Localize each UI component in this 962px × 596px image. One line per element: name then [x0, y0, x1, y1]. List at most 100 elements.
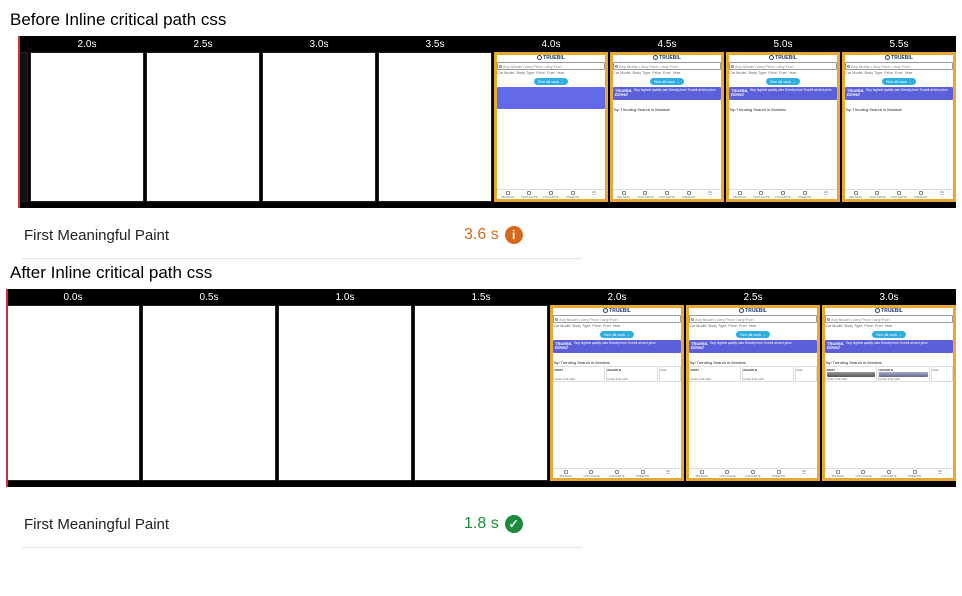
timeline-marker — [6, 289, 8, 487]
mini-tabs: Car ModelBody TypePriceFuelYear — [497, 71, 605, 75]
filmstrip-item: 4.0s TRUEBIL Any Model • Any Price • Any… — [494, 36, 608, 202]
mini-trend: Top Trending Search in Mumbai — [613, 107, 721, 112]
mini-tab: Car Model — [497, 71, 515, 75]
frame-rendered: TRUEBIL Any Model • Any Price • Any Fuel… — [494, 52, 608, 202]
search-icon — [691, 318, 694, 321]
metric-row-before: First Meaningful Paint 3.6 s i — [24, 226, 956, 244]
section-title-after: After Inline critical path css — [10, 263, 956, 283]
divider — [22, 258, 582, 259]
mini-banner — [497, 87, 605, 109]
timestamp: 0.5s — [200, 289, 219, 305]
metric-value: 1.8 s — [464, 515, 499, 533]
timestamp: 5.5s — [890, 36, 909, 52]
timestamp: 0.0s — [64, 289, 83, 305]
mini-nav-item: FAVOURITE — [540, 191, 562, 199]
mini-nav-item: BROWSE — [497, 191, 519, 199]
mini-tab: Body Type — [517, 71, 535, 75]
mini-nav-item — [583, 191, 605, 199]
mini-page: TRUEBIL Any Model • Any Price • Any Fuel… — [843, 53, 955, 201]
mini-page: TRUEBIL Any Model • Any Price • Any Fuel… — [551, 306, 683, 480]
mini-cards: SWIFTUnder 3.50 Lakh WAGON RUnder 3.50 L… — [553, 366, 681, 382]
timestamp: 2.0s — [78, 36, 97, 52]
search-icon — [499, 65, 502, 68]
filmstrip-item: 4.5s TRUEBIL Any Model • Any Price • Any… — [610, 36, 724, 202]
filmstrip-item: 3.0s — [262, 36, 376, 202]
mini-page: TRUEBIL Any Model • Any Price • Any Fuel… — [687, 306, 819, 480]
mini-page: TRUEBIL Any Model • Any Price • Any Fuel… — [823, 306, 955, 480]
filmstrip-after: 0.0s 0.5s 1.0s 1.5s 2.0s TRUEBIL Any Mod… — [6, 289, 956, 487]
search-icon — [847, 65, 850, 68]
filmstrip-item: 5.0s TRUEBIL Any Model • Any Price • Any… — [726, 36, 840, 202]
search-icon — [731, 65, 734, 68]
timestamp: 3.0s — [880, 289, 899, 305]
frame-rendered: TRUEBIL Any Model • Any Price • Any Fuel… — [842, 52, 956, 202]
mini-search: Any Model • Any Price • Any Fuel — [497, 62, 605, 70]
mini-tab: Fuel — [547, 71, 554, 75]
timestamp: 3.0s — [310, 36, 329, 52]
metric-row-after: First Meaningful Paint 1.8 s ✓ — [24, 515, 956, 533]
filmstrip-item: 2.5s TRUEBIL Any Model • Any Price • Any… — [686, 289, 820, 481]
mini-banner-link: See all Direct cars → — [613, 101, 721, 105]
metric-value: 3.6 s — [464, 226, 499, 244]
mini-page: TRUEBIL Any Model • Any Price • Any Fuel… — [495, 53, 607, 201]
filmstrip-item: 1.0s — [278, 289, 412, 481]
frame-empty — [30, 52, 144, 202]
metric-label: First Meaningful Paint — [24, 516, 464, 533]
filmstrip-item: 0.5s — [142, 289, 276, 481]
timestamp: 2.5s — [744, 289, 763, 305]
frame-empty — [142, 305, 276, 481]
timestamp: 1.0s — [336, 289, 355, 305]
mini-search: Any Model • Any Price • Any Fuel — [613, 62, 721, 70]
menu-icon — [708, 191, 712, 195]
mini-search-text: Any Model • Any Price • Any Fuel — [503, 64, 562, 69]
filmstrip-item: 1.5s — [414, 289, 548, 481]
divider — [22, 547, 582, 548]
timestamp: 4.0s — [542, 36, 561, 52]
mini-see-all-btn: See all cars → — [534, 78, 568, 85]
filmstrip-item: 0.0s — [6, 289, 140, 481]
frame-empty — [414, 305, 548, 481]
frame-empty — [378, 52, 492, 202]
timestamp: 3.5s — [426, 36, 445, 52]
filmstrip-item: 3.5s — [378, 36, 492, 202]
frame-rendered: TRUEBIL Any Model • Any Price • Any Fuel… — [610, 52, 724, 202]
mini-banner: TRUEBILDirect Buy highest quality cars D… — [613, 87, 721, 100]
filmstrip-item: 2.0s — [30, 36, 144, 202]
filmstrip-item: 3.0s TRUEBIL Any Model • Any Price • Any… — [822, 289, 956, 481]
mini-tab: Year — [556, 71, 564, 75]
section-after: After Inline critical path css 0.0s 0.5s… — [6, 263, 956, 548]
timestamp: 5.0s — [774, 36, 793, 52]
timestamp: 1.5s — [472, 289, 491, 305]
metric-label: First Meaningful Paint — [24, 227, 464, 244]
mini-nav-item: PREMIUM — [562, 191, 584, 199]
timeline-marker — [18, 36, 20, 208]
frame-empty — [6, 305, 140, 481]
filmstrip-item: 5.5s TRUEBIL Any Model • Any Price • Any… — [842, 36, 956, 202]
search-icon — [615, 65, 618, 68]
frame-rendered: TRUEBIL Any Model • Any Price • Any Fuel… — [726, 52, 840, 202]
mini-page: TRUEBIL Any Model • Any Price • Any Fuel… — [727, 53, 839, 201]
mini-page: TRUEBIL Any Model • Any Price • Any Fuel… — [611, 53, 723, 201]
timestamp: 2.5s — [194, 36, 213, 52]
section-before: Before Inline critical path css 2.0s 2.5… — [6, 10, 956, 259]
mini-tab: Price — [536, 71, 545, 75]
mini-logo: TRUEBIL — [497, 55, 605, 61]
filmstrip-before: 2.0s 2.5s 3.0s 3.5s 4.0s TRUEBIL Any Mod… — [18, 36, 956, 208]
warning-icon: i — [505, 226, 523, 244]
filmstrip-item: 2.5s — [146, 36, 260, 202]
mini-tabs: Car ModelBody TypePriceFuelYear — [613, 71, 721, 75]
frame-rendered: TRUEBIL Any Model • Any Price • Any Fuel… — [550, 305, 684, 481]
frame-empty — [262, 52, 376, 202]
frame-rendered: TRUEBIL Any Model • Any Price • Any Fuel… — [686, 305, 820, 481]
mini-logo-text: TRUEBIL — [543, 55, 565, 61]
timestamp: 2.0s — [608, 289, 627, 305]
mini-see-all-btn: See all cars → — [650, 78, 684, 85]
search-icon — [555, 318, 558, 321]
section-title-before: Before Inline critical path css — [10, 10, 956, 30]
mini-logo: TRUEBIL — [613, 55, 721, 61]
frame-empty — [146, 52, 260, 202]
frame-rendered: TRUEBIL Any Model • Any Price • Any Fuel… — [822, 305, 956, 481]
mini-nav: BROWSE TEST DRIVE FAVOURITE PREMIUM — [613, 189, 721, 199]
checkmark-icon: ✓ — [505, 515, 523, 533]
timestamp: 4.5s — [658, 36, 677, 52]
